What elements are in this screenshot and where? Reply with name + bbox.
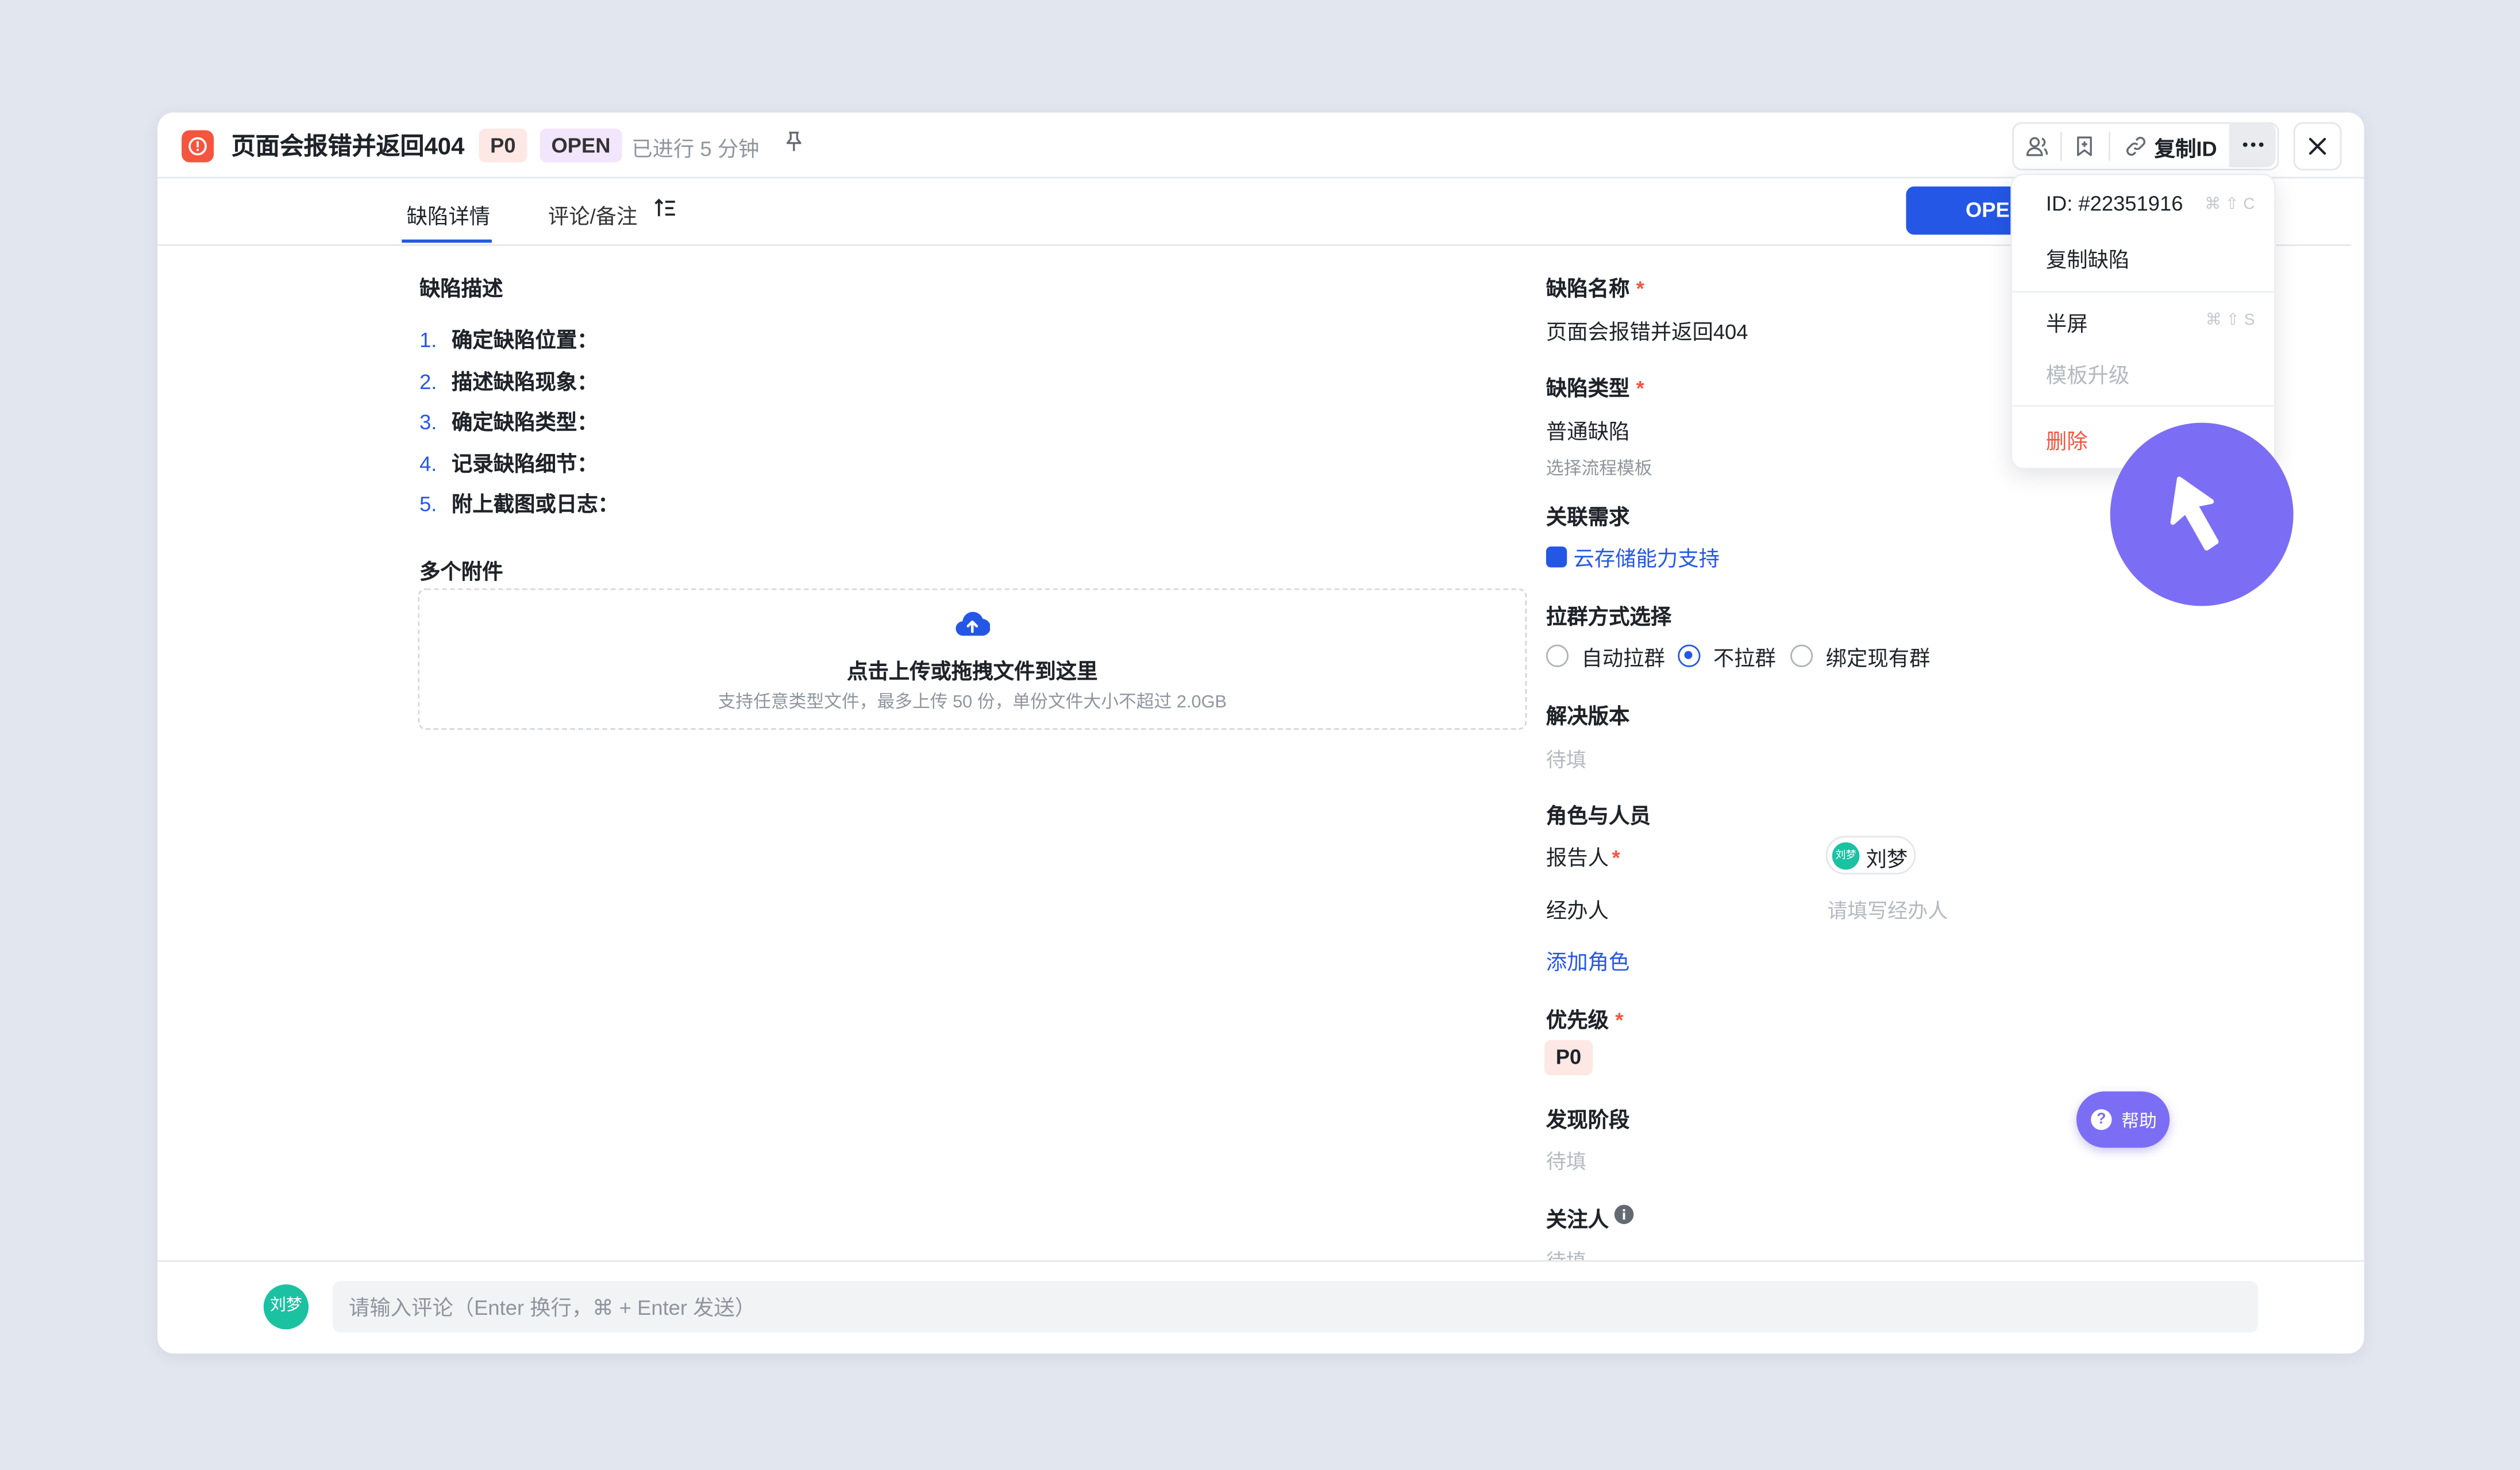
- bug-type-value[interactable]: 普通缺陷: [1546, 415, 1629, 445]
- tab-comments[interactable]: 评论/备注: [548, 199, 638, 230]
- description-label: 缺陷描述: [419, 276, 503, 301]
- assignee-field[interactable]: 请填写经办人: [1827, 894, 1948, 924]
- more-icon: [2242, 142, 2263, 147]
- help-label: 帮助: [2121, 1112, 2157, 1132]
- more-button[interactable]: [2229, 122, 2276, 167]
- elapsed-time: 已进行 5 分钟: [631, 136, 760, 161]
- radio-label-bind-existing-group[interactable]: 绑定现有群: [1826, 641, 1931, 672]
- menu-divider: [2012, 405, 2275, 407]
- members-button[interactable]: [2014, 124, 2059, 168]
- radio-bind-existing-group[interactable]: [1790, 644, 1813, 667]
- shortcut-copy-id: ⌘ ⇧ C: [2205, 196, 2255, 214]
- status-badge[interactable]: OPEN: [540, 128, 622, 163]
- avatar: 刘梦: [263, 1284, 309, 1330]
- found-stage-field[interactable]: 待填: [1546, 1145, 1586, 1175]
- comment-input[interactable]: [333, 1281, 2259, 1333]
- tab-bug-detail[interactable]: 缺陷详情: [407, 199, 490, 230]
- resolve-version-label: 解决版本: [1546, 704, 1630, 729]
- found-stage-label: 发现阶段: [1546, 1107, 1630, 1132]
- menu-item-half-screen[interactable]: 半屏: [2046, 307, 2088, 337]
- requirement-icon: [1546, 547, 1567, 568]
- info-icon[interactable]: [1613, 1204, 1634, 1233]
- page-title: 页面会报错并返回404: [231, 133, 465, 161]
- linked-requirement-label: 关联需求: [1546, 505, 1630, 529]
- radio-label-no-group[interactable]: 不拉群: [1713, 641, 1776, 672]
- bookmark-icon: [2077, 136, 2092, 156]
- shortcut-half-screen: ⌘ ⇧ S: [2205, 311, 2255, 330]
- avatar: 刘梦: [1832, 842, 1860, 870]
- members-icon: [2025, 137, 2047, 156]
- add-role-button[interactable]: 添加角色: [1546, 945, 1629, 976]
- reporter-label: 报告人 *: [1546, 845, 1620, 870]
- bug-type-label: 缺陷类型 *: [1546, 376, 1644, 401]
- group-method-label: 拉群方式选择: [1546, 604, 1672, 629]
- cursor-arrow-icon: [2170, 476, 2219, 551]
- help-button[interactable]: ? 帮助: [2076, 1091, 2170, 1148]
- assignee-label: 经办人: [1546, 898, 1609, 923]
- link-icon: [2127, 137, 2147, 156]
- copy-id-label: 复制ID: [2154, 136, 2217, 160]
- menu-item-copy-bug[interactable]: 复制缺陷: [2046, 243, 2129, 273]
- description-step[interactable]: 4. 记录缺陷细节：: [419, 447, 598, 478]
- watchers-label: 关注人: [1546, 1207, 1609, 1232]
- upload-title: 点击上传或拖拽文件到这里: [847, 659, 1098, 683]
- description-step[interactable]: 3. 确定缺陷类型：: [419, 405, 598, 436]
- close-button[interactable]: [2293, 122, 2342, 171]
- roles-label: 角色与人员: [1546, 803, 1651, 828]
- comment-bar: 刘梦: [157, 1260, 2364, 1354]
- menu-divider: [2012, 291, 2275, 293]
- attachments-label: 多个附件: [419, 559, 503, 584]
- reporter-chip[interactable]: 刘梦 刘梦: [1825, 836, 1916, 875]
- upload-hint: 支持任意类型文件，最多上传 50 份，单份文件大小不超过 2.0GB: [718, 692, 1227, 713]
- radio-no-group[interactable]: [1678, 644, 1701, 667]
- header-bar: 页面会报错并返回404 P0 OPEN 已进行 5 分钟 复制ID: [157, 113, 2364, 179]
- menu-item-copy-id[interactable]: ID: #22351916: [2046, 191, 2183, 216]
- sort-icon[interactable]: [654, 198, 676, 226]
- bug-name-label: 缺陷名称 *: [1546, 276, 1644, 301]
- priority-label: 优先级 *: [1546, 1007, 1624, 1032]
- description-step[interactable]: 1. 确定缺陷位置：: [419, 323, 598, 353]
- help-icon: ?: [2091, 1109, 2112, 1130]
- upload-dropzone[interactable]: 点击上传或拖拽文件到这里 支持任意类型文件，最多上传 50 份，单份文件大小不超…: [418, 588, 1527, 730]
- upload-cloud-icon: [955, 611, 991, 645]
- menu-item-template-upgrade: 模板升级: [2045, 363, 2130, 388]
- close-icon: [2309, 137, 2326, 155]
- description-step[interactable]: 2. 描述缺陷现象：: [419, 365, 598, 395]
- radio-label-auto-group[interactable]: 自动拉群: [1581, 641, 1664, 672]
- bug-icon: [182, 130, 214, 163]
- active-tab-underline: [402, 239, 492, 243]
- menu-item-delete[interactable]: 删除: [2046, 424, 2088, 455]
- priority-badge[interactable]: P0: [479, 128, 527, 163]
- bookmark-button[interactable]: [2062, 124, 2107, 168]
- linked-requirement-link[interactable]: 云存储能力支持: [1573, 542, 1720, 572]
- template-hint[interactable]: 选择流程模板: [1546, 455, 1652, 481]
- copy-id-button[interactable]: 复制ID: [2113, 124, 2229, 168]
- resolve-version-field[interactable]: 待填: [1546, 742, 1586, 773]
- cursor-indicator: [2110, 422, 2294, 606]
- reporter-name: 刘梦: [1866, 847, 1908, 872]
- radio-auto-group[interactable]: [1546, 644, 1569, 667]
- description-step[interactable]: 5. 附上截图或日志：: [419, 487, 619, 518]
- bug-name-value[interactable]: 页面会报错并返回404: [1546, 315, 1748, 345]
- pin-icon[interactable]: [784, 130, 807, 156]
- priority-value[interactable]: P0: [1544, 1040, 1593, 1076]
